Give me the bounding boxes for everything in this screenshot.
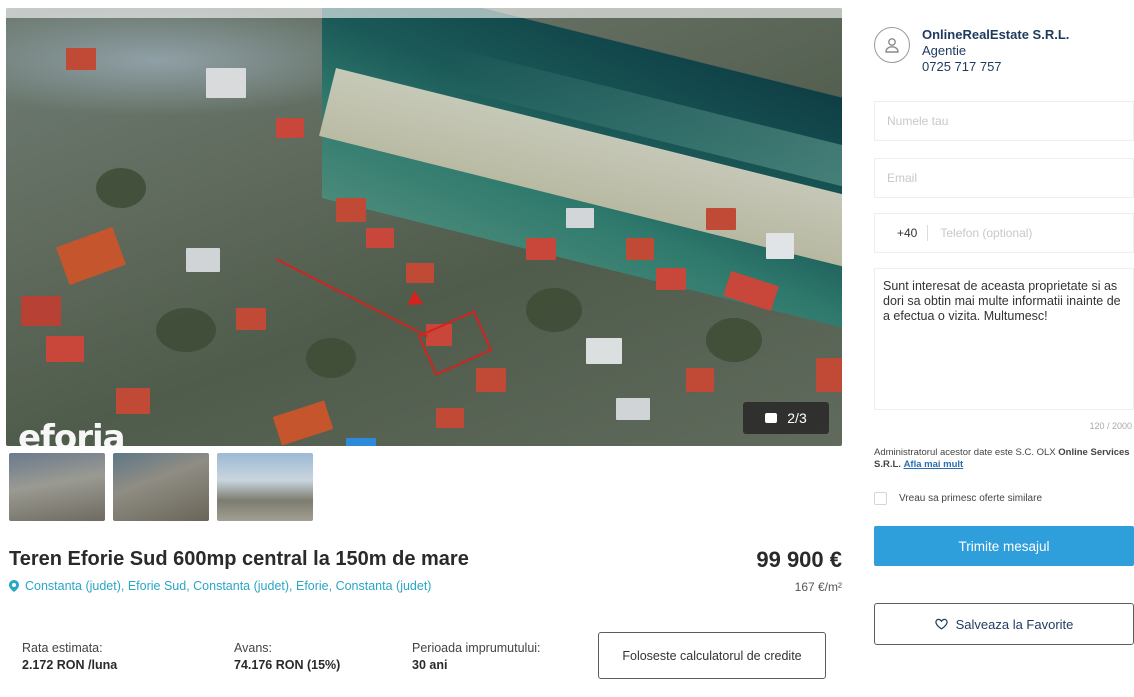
roof (206, 68, 246, 98)
offers-checkbox[interactable] (874, 492, 887, 505)
estimated-rate-value: 2.172 RON /luna (22, 658, 118, 672)
main-photo[interactable]: eforia 2/3 (6, 8, 842, 446)
plot-outline (417, 310, 493, 376)
offers-checkbox-row[interactable]: Vreau sa primesc oferte similare (874, 492, 1042, 505)
offers-label[interactable]: Vreau sa primesc oferte similare (899, 493, 1042, 504)
thumbnail-2[interactable] (113, 453, 209, 521)
roof (66, 48, 96, 70)
roof (566, 208, 594, 228)
roof (55, 226, 127, 286)
phone-field-group: +40 (874, 213, 1134, 253)
roof (406, 263, 434, 283)
roof (816, 358, 842, 392)
estimated-rate-label: Rata estimata: (22, 641, 103, 655)
plot-arrow-head (407, 290, 427, 312)
roof (656, 268, 686, 290)
roof (766, 233, 794, 259)
email-field[interactable] (874, 158, 1134, 198)
heart-icon (934, 618, 948, 630)
photo-counter-label: 2/3 (787, 410, 807, 426)
loan-period: Perioada imprumutului: 30 ani (412, 640, 541, 674)
char-count: 120 / 2000 (1089, 421, 1132, 431)
roof (236, 308, 266, 330)
credit-calculator-button[interactable]: Foloseste calculatorul de credite (598, 632, 826, 679)
agent-role: Agentie (922, 43, 967, 58)
roof (116, 388, 150, 414)
advance-label: Avans: (234, 641, 272, 655)
roof (272, 400, 334, 446)
save-favorite-label: Salveaza la Favorite (955, 616, 1074, 632)
send-message-button[interactable]: Trimite mesajul (874, 526, 1134, 566)
roof (526, 238, 556, 260)
tree (526, 288, 582, 332)
roof (366, 228, 394, 248)
roof (686, 368, 714, 392)
save-favorite-button[interactable]: Salveaza la Favorite (874, 603, 1134, 645)
agent-card: OnlineRealEstate S.R.L. Agentie 0725 717… (874, 27, 1069, 75)
agent-name[interactable]: OnlineRealEstate S.R.L. (922, 27, 1069, 43)
advance-value: 74.176 RON (15%) (234, 658, 341, 672)
location-text[interactable]: Constanta (judet), Eforie Sud, Constanta… (25, 579, 431, 593)
tree (96, 168, 146, 208)
thumbnail-strip (9, 453, 313, 521)
roof (436, 408, 464, 428)
message-field[interactable]: Sunt interesat de aceasta proprietate si… (874, 268, 1134, 410)
phone-field[interactable] (928, 214, 1133, 252)
roof (186, 248, 220, 272)
price-per-sqm: 167 €/m² (794, 580, 842, 594)
thumbnail-1[interactable] (9, 453, 105, 521)
roof (21, 296, 61, 326)
advance: Avans: 74.176 RON (15%) (234, 640, 340, 674)
agent-phone[interactable]: 0725 717 757 (922, 59, 1069, 75)
roof (616, 398, 650, 420)
photo-map-toolbar (6, 8, 842, 18)
roof (336, 198, 366, 222)
location-pin-icon (9, 580, 19, 592)
admin-note-text: Administratorul acestor date este S.C. O… (874, 447, 1056, 458)
avatar (874, 27, 910, 63)
roof (706, 208, 736, 230)
price: 99 900 € (756, 547, 842, 572)
roof (276, 118, 304, 138)
loan-period-value: 30 ani (412, 658, 448, 672)
location[interactable]: Constanta (judet), Eforie Sud, Constanta… (9, 579, 431, 593)
roof (46, 336, 84, 362)
photo-watermark: eforia (18, 418, 126, 446)
camera-icon (765, 413, 778, 423)
phone-prefix[interactable]: +40 (875, 225, 929, 241)
user-icon (885, 38, 899, 53)
name-field[interactable] (874, 101, 1134, 141)
roof (626, 238, 654, 260)
listing-title: Teren Eforie Sud 600mp central la 150m d… (9, 548, 469, 570)
photo-counter[interactable]: 2/3 (743, 402, 829, 434)
tree (306, 338, 356, 378)
thumbnail-3[interactable] (217, 453, 313, 521)
data-admin-note: Administratorul acestor date este S.C. O… (874, 447, 1132, 471)
tree (156, 308, 216, 352)
estimated-rate: Rata estimata: 2.172 RON /luna (22, 640, 117, 674)
tree (706, 318, 762, 362)
loan-period-label: Perioada imprumutului: (412, 641, 541, 655)
learn-more-link[interactable]: Afla mai mult (904, 459, 964, 470)
roof (586, 338, 622, 364)
roof (476, 368, 506, 392)
roof (346, 438, 376, 446)
